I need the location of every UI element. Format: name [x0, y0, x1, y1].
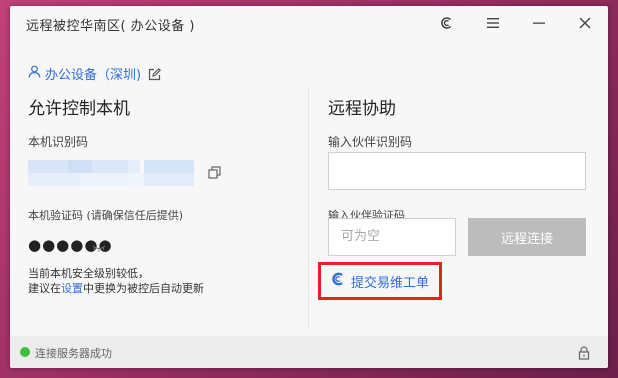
verify-code-label: 本机验证码 (请确保信任后提供): [28, 209, 184, 222]
eye-closed-icon[interactable]: [92, 238, 106, 257]
title-bar: 远程被控华南区( 办公设备 ): [10, 6, 608, 40]
column-divider: [308, 88, 309, 328]
security-note-line1: 当前本机安全级别较低，: [28, 267, 149, 280]
brand-icon: [331, 272, 345, 290]
close-icon[interactable]: [574, 13, 596, 33]
edit-icon[interactable]: [148, 66, 161, 85]
hamburger-icon[interactable]: [482, 13, 504, 33]
security-note-line2: 建议在设置中更换为被控后自动更新: [28, 281, 204, 296]
copy-icon[interactable]: [208, 164, 221, 183]
user-icon: [28, 65, 41, 82]
status-bar: 连接服务器成功: [10, 336, 608, 368]
security-note: 当前本机安全级别较低， 建议在设置中更换为被控后自动更新: [28, 266, 204, 296]
device-group-link[interactable]: 办公设备（深圳): [28, 64, 141, 83]
status-text: 连接服务器成功: [35, 347, 112, 360]
main-content: 办公设备（深圳) 允许控制本机 本机识别码 本机验证码 (请确保信任后提供) ●…: [10, 40, 608, 336]
remote-connect-button[interactable]: 远程连接: [468, 218, 586, 256]
minimize-icon[interactable]: [528, 13, 550, 33]
partner-code-input[interactable]: 可为空: [328, 218, 456, 256]
lock-icon[interactable]: [578, 345, 590, 364]
device-id-label: 本机识别码: [28, 135, 89, 149]
security-note-suffix: 中更换为被控后自动更新: [83, 282, 204, 295]
submit-ticket-link[interactable]: 提交易维工单: [318, 262, 442, 300]
device-group-label: 办公设备（深圳): [45, 68, 142, 83]
partner-id-label: 输入伙伴识别码: [328, 135, 413, 149]
device-id-value-blurred: [28, 160, 196, 186]
window-title: 远程被控华南区( 办公设备 ): [26, 19, 195, 34]
c-settings-icon[interactable]: [436, 13, 458, 33]
security-note-prefix: 建议在: [28, 282, 61, 295]
status-indicator: [20, 347, 30, 357]
partner-id-input[interactable]: [328, 152, 586, 190]
submit-ticket-label: 提交易维工单: [351, 275, 430, 291]
settings-link[interactable]: 设置: [61, 282, 83, 295]
remote-assist-heading: 远程协助: [328, 99, 396, 119]
remote-control-window: 远程被控华南区( 办公设备 ) 办公设备（深圳) 允许控制本机 本机识别码 本机…: [10, 6, 608, 368]
allow-control-heading: 允许控制本机: [28, 99, 130, 119]
